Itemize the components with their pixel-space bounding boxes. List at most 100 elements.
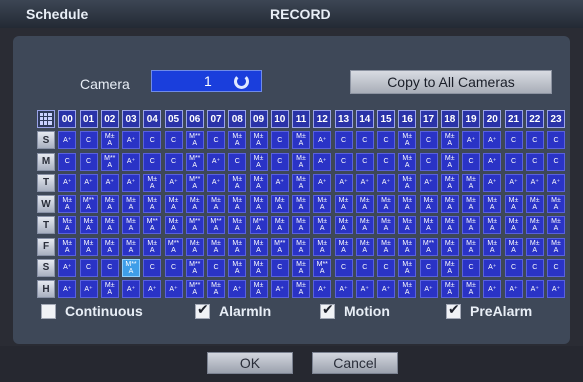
- schedule-cell[interactable]: C: [334, 152, 353, 171]
- hour-header[interactable]: 15: [377, 110, 395, 128]
- schedule-cell[interactable]: A⁺: [79, 173, 98, 192]
- schedule-cell[interactable]: C: [270, 258, 289, 277]
- schedule-cell[interactable]: M± A: [398, 216, 417, 235]
- schedule-cell[interactable]: A⁺: [525, 280, 544, 298]
- schedule-cell[interactable]: M± A: [547, 237, 565, 256]
- schedule-cell[interactable]: M± A: [228, 195, 247, 213]
- schedule-cell[interactable]: M± A: [398, 258, 417, 277]
- schedule-cell[interactable]: A⁺: [58, 258, 77, 277]
- hour-header[interactable]: 08: [228, 110, 247, 128]
- ok-button[interactable]: OK: [207, 352, 293, 374]
- schedule-cell[interactable]: M± A: [185, 237, 204, 256]
- schedule-cell[interactable]: M± A: [355, 237, 374, 256]
- schedule-cell[interactable]: M± A: [504, 216, 523, 235]
- schedule-cell[interactable]: A⁺: [207, 152, 225, 171]
- schedule-cell[interactable]: C: [419, 258, 438, 277]
- schedule-cell[interactable]: M± A: [207, 280, 225, 298]
- schedule-cell[interactable]: A⁺: [462, 131, 480, 150]
- schedule-cell[interactable]: C: [270, 152, 289, 171]
- schedule-cell[interactable]: M± A: [207, 237, 225, 256]
- schedule-cell[interactable]: M± A: [143, 237, 162, 256]
- checkbox-box[interactable]: [195, 302, 210, 319]
- schedule-cell[interactable]: M± A: [292, 173, 310, 192]
- schedule-cell[interactable]: C: [355, 131, 374, 150]
- checkbox-box[interactable]: [320, 302, 335, 319]
- schedule-cell[interactable]: M± A: [249, 131, 268, 150]
- schedule-cell[interactable]: C: [164, 152, 183, 171]
- schedule-cell[interactable]: M± A: [122, 216, 140, 235]
- schedule-cell[interactable]: M± A: [525, 237, 544, 256]
- day-header[interactable]: S: [37, 258, 55, 277]
- schedule-cell[interactable]: A⁺: [207, 173, 225, 192]
- hour-header[interactable]: 18: [440, 110, 459, 128]
- schedule-cell[interactable]: M± A: [483, 237, 502, 256]
- schedule-cell[interactable]: M± A: [440, 195, 459, 213]
- schedule-cell[interactable]: A⁺: [419, 280, 438, 298]
- schedule-cell[interactable]: C: [462, 258, 480, 277]
- schedule-cell[interactable]: A⁺: [164, 173, 183, 192]
- schedule-cell[interactable]: M± A: [398, 131, 417, 150]
- schedule-cell[interactable]: C: [58, 152, 77, 171]
- day-header[interactable]: F: [37, 237, 55, 256]
- hour-header[interactable]: 04: [143, 110, 162, 128]
- schedule-cell[interactable]: M± A: [547, 195, 565, 213]
- schedule-cell[interactable]: M** A: [164, 237, 183, 256]
- schedule-cell[interactable]: C: [525, 131, 544, 150]
- schedule-cell[interactable]: M± A: [292, 258, 310, 277]
- schedule-cell[interactable]: M± A: [58, 195, 77, 213]
- schedule-cell[interactable]: A⁺: [483, 131, 502, 150]
- schedule-cell[interactable]: C: [504, 258, 523, 277]
- schedule-cell[interactable]: M± A: [398, 152, 417, 171]
- schedule-cell[interactable]: M± A: [334, 237, 353, 256]
- schedule-cell[interactable]: M± A: [462, 237, 480, 256]
- schedule-cell[interactable]: M± A: [100, 216, 119, 235]
- refresh-icon[interactable]: [234, 74, 249, 89]
- schedule-cell[interactable]: M** A: [143, 216, 162, 235]
- hour-header[interactable]: 10: [270, 110, 289, 128]
- schedule-cell[interactable]: A⁺: [79, 280, 98, 298]
- schedule-cell[interactable]: M± A: [292, 152, 310, 171]
- schedule-cell[interactable]: A⁺: [270, 173, 289, 192]
- schedule-cell[interactable]: C: [79, 258, 98, 277]
- schedule-cell[interactable]: A⁺: [377, 173, 395, 192]
- hour-header[interactable]: 13: [334, 110, 353, 128]
- schedule-cell[interactable]: A⁺: [122, 131, 140, 150]
- schedule-cell[interactable]: M± A: [334, 195, 353, 213]
- schedule-cell[interactable]: M± A: [270, 195, 289, 213]
- schedule-cell[interactable]: M± A: [58, 237, 77, 256]
- hour-header[interactable]: 00: [58, 110, 77, 128]
- schedule-cell[interactable]: M± A: [292, 280, 310, 298]
- schedule-cell[interactable]: C: [79, 152, 98, 171]
- camera-selector[interactable]: 1: [151, 70, 262, 92]
- schedule-cell[interactable]: A⁺: [355, 280, 374, 298]
- schedule-cell[interactable]: A⁺: [58, 131, 77, 150]
- schedule-cell[interactable]: M** A: [185, 258, 204, 277]
- schedule-cell[interactable]: A⁺: [504, 173, 523, 192]
- schedule-cell[interactable]: M± A: [440, 173, 459, 192]
- schedule-cell[interactable]: A⁺: [164, 280, 183, 298]
- schedule-cell[interactable]: M± A: [100, 131, 119, 150]
- schedule-cell[interactable]: M± A: [228, 258, 247, 277]
- schedule-cell[interactable]: M± A: [377, 195, 395, 213]
- schedule-cell[interactable]: M± A: [122, 195, 140, 213]
- schedule-cell[interactable]: M± A: [440, 152, 459, 171]
- hour-header[interactable]: 09: [249, 110, 268, 128]
- schedule-cell[interactable]: M** A: [207, 216, 225, 235]
- schedule-cell[interactable]: M± A: [79, 237, 98, 256]
- schedule-cell[interactable]: C: [355, 152, 374, 171]
- schedule-cell[interactable]: C: [143, 258, 162, 277]
- schedule-cell[interactable]: A⁺: [334, 280, 353, 298]
- schedule-cell[interactable]: M± A: [207, 195, 225, 213]
- hour-header[interactable]: 01: [79, 110, 98, 128]
- schedule-cell[interactable]: M± A: [292, 237, 310, 256]
- schedule-cell[interactable]: M± A: [547, 216, 565, 235]
- schedule-cell[interactable]: M± A: [398, 195, 417, 213]
- hour-header[interactable]: 22: [525, 110, 544, 128]
- schedule-cell[interactable]: M± A: [164, 195, 183, 213]
- schedule-cell[interactable]: M± A: [419, 216, 438, 235]
- schedule-cell[interactable]: A⁺: [270, 280, 289, 298]
- hour-header[interactable]: 02: [100, 110, 119, 128]
- schedule-cell[interactable]: A⁺: [483, 258, 502, 277]
- schedule-cell[interactable]: M** A: [185, 131, 204, 150]
- schedule-cell[interactable]: A⁺: [228, 280, 247, 298]
